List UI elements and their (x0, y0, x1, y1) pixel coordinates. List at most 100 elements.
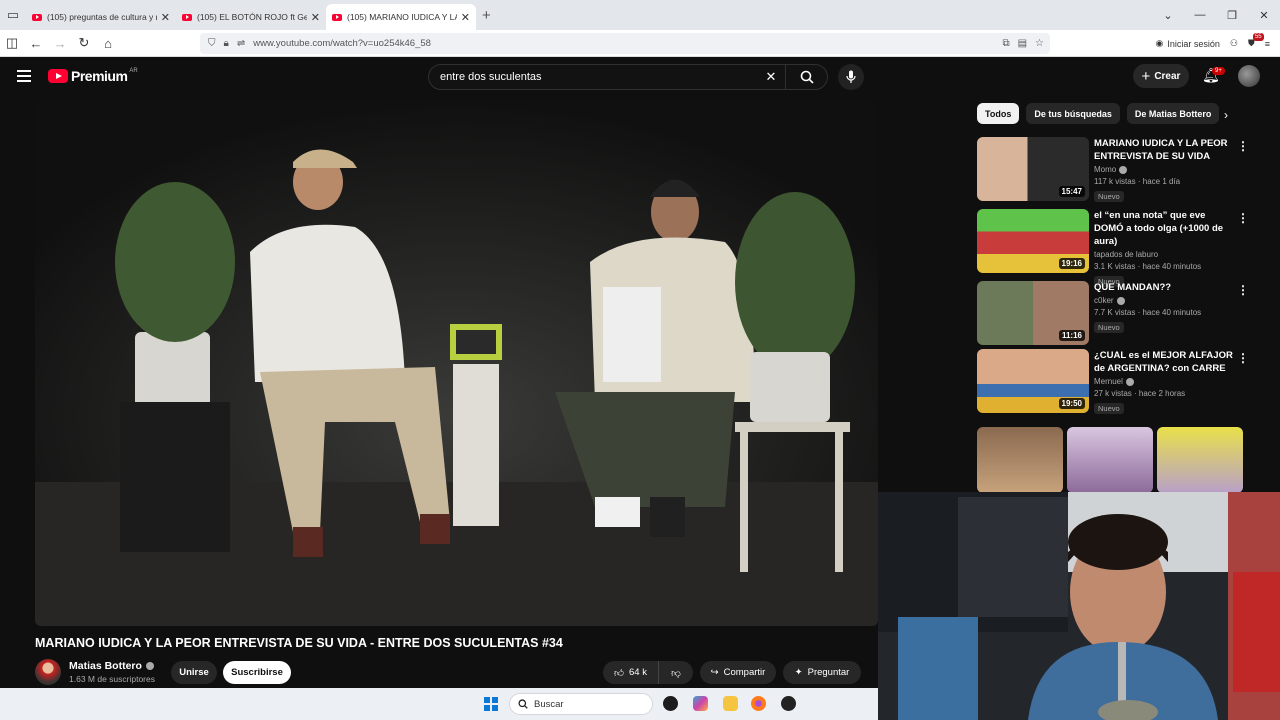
recommendation-item[interactable]: 11:16 QUE MANDAN?? c0ker 7.7 K vistas · … (977, 281, 1249, 347)
recommendation-title[interactable]: QUE MANDAN?? (1094, 281, 1234, 294)
ask-label: Preguntar (807, 667, 850, 678)
chip-from-channel[interactable]: De Matias Bottero (1126, 103, 1220, 124)
video-player[interactable] (35, 102, 878, 626)
obs-icon[interactable] (781, 696, 796, 711)
create-button[interactable]: + Crear (1133, 64, 1189, 88)
search-button[interactable] (785, 65, 827, 89)
restore-icon[interactable]: ❐ (1216, 9, 1248, 22)
video-thumbnail[interactable]: 15:47 (977, 137, 1089, 201)
video-thumbnail[interactable]: 11:16 (977, 281, 1089, 345)
clear-search-icon[interactable]: ✕ (757, 69, 785, 85)
channel-name[interactable]: Matias Bottero (69, 660, 142, 672)
browser-tab[interactable]: (105) preguntas de cultura y más ✕ (26, 4, 176, 30)
share-button[interactable]: ↪ Compartir (700, 661, 776, 684)
dislike-button[interactable]: 👎︎ (659, 667, 693, 679)
permissions-icon[interactable]: ⇌ (237, 38, 245, 49)
back-icon[interactable]: ← (24, 36, 48, 51)
new-tab-icon[interactable]: + (482, 7, 491, 24)
video-thumbnail[interactable]: 19:16 (977, 209, 1089, 273)
more-options-icon[interactable]: ⋮ (1237, 351, 1249, 365)
recommendation-title[interactable]: MARIANO IUDICA Y LA PEOR ENTREVISTA DE S… (1094, 137, 1234, 163)
recommendation-channel[interactable]: tapados de laburo (1094, 250, 1158, 259)
extension-badge: 55 (1252, 33, 1264, 41)
extensions-icon[interactable]: ⚇ (1230, 38, 1238, 49)
filter-chips: Todos De tus búsquedas De Matias Bottero (977, 103, 1220, 124)
youtube-logo[interactable]: Premium AR (48, 68, 138, 84)
hamburger-menu-icon[interactable] (17, 70, 31, 82)
minimize-icon[interactable]: — (1184, 9, 1216, 21)
recommendation-item[interactable]: 19:16 el “en una nota” que eve DOMÓ a to… (977, 209, 1249, 287)
bookmark-star-icon[interactable]: ☆ (1035, 38, 1044, 49)
close-tab-icon[interactable]: ✕ (461, 11, 470, 24)
recommendation-channel[interactable]: Momo (1094, 165, 1116, 174)
recommendation-channel[interactable]: c0ker (1094, 296, 1114, 305)
search-input[interactable]: entre dos suculentas (429, 71, 757, 83)
url-text[interactable]: www.youtube.com/watch?v=uo254k46_58 (253, 38, 431, 49)
taskbar-search-placeholder: Buscar (534, 698, 564, 710)
app-g-icon[interactable] (663, 696, 678, 711)
copilot-icon[interactable] (693, 696, 708, 711)
join-button[interactable]: Unirse (171, 661, 217, 684)
chip-from-searches[interactable]: De tus búsquedas (1026, 103, 1120, 124)
reader-view-icon[interactable]: ▤ (1018, 38, 1027, 49)
video-frame (35, 102, 878, 626)
reload-icon[interactable]: ↻ (72, 35, 96, 51)
subscriber-count: 1.63 M de suscriptores (69, 674, 155, 684)
app-menu-icon[interactable]: ≡ (1265, 39, 1270, 49)
ask-button[interactable]: ✦ Preguntar (783, 661, 861, 684)
recommendation-item[interactable]: 19:50 ¿CUAL es el MEJOR ALFAJOR de ARGEN… (977, 349, 1249, 415)
ublock-icon[interactable]: ⛊ 55 (1248, 33, 1264, 49)
search-icon (800, 70, 814, 84)
verified-icon (1116, 296, 1125, 305)
file-explorer-icon[interactable] (723, 696, 738, 711)
recommendation-item[interactable]: 15:47 MARIANO IUDICA Y LA PEOR ENTREVIST… (977, 137, 1249, 203)
more-options-icon[interactable]: ⋮ (1237, 283, 1249, 297)
avatar[interactable] (1238, 65, 1260, 87)
search-box[interactable]: entre dos suculentas ✕ (428, 64, 828, 90)
shorts-thumbnail[interactable] (1157, 427, 1243, 493)
more-options-icon[interactable]: ⋮ (1237, 139, 1249, 153)
browser-tab-active[interactable]: (105) MARIANO IUDICA Y LA PEOR ✕ (326, 4, 476, 30)
channel-avatar[interactable] (35, 659, 61, 685)
verified-icon (1125, 377, 1134, 386)
windows-start-icon[interactable] (484, 697, 498, 711)
login-label: Iniciar sesión (1167, 38, 1220, 49)
picture-in-picture-icon[interactable]: ⧉ (1002, 38, 1009, 49)
forward-icon[interactable]: → (48, 36, 72, 51)
chevron-right-icon[interactable]: › (1224, 108, 1228, 122)
close-window-icon[interactable]: ✕ (1248, 9, 1280, 22)
shorts-thumbnail[interactable] (977, 427, 1063, 493)
recommendation-title[interactable]: el “en una nota” que eve DOMÓ a todo olg… (1094, 209, 1234, 248)
new-badge: Nuevo (1094, 403, 1124, 414)
tab-overflow-icon[interactable]: ⌄ (1152, 9, 1184, 22)
login-button[interactable]: ◉ Iniciar sesión (1156, 38, 1220, 49)
recommendation-meta: 117 k vistas · hace 1 día (1094, 177, 1181, 186)
recommendation-channel[interactable]: Mernuel (1094, 377, 1123, 386)
taskbar-search[interactable]: Buscar (509, 693, 653, 715)
firefox-icon[interactable] (751, 696, 766, 711)
webcam-feed (878, 492, 1280, 720)
home-icon[interactable]: ⌂ (96, 36, 120, 51)
browser-toolbar: ◫ ← → ↻ ⌂ ⛉ 🔒︎ ⇌ www.youtube.com/watch?v… (0, 30, 1280, 57)
browser-tab[interactable]: (105) EL BOTÓN ROJO ft Gero Arias ✕ (176, 4, 326, 30)
video-thumbnail[interactable]: 19:50 (977, 349, 1089, 413)
close-tab-icon[interactable]: ✕ (311, 11, 320, 24)
tab-list-icon[interactable]: ▭ (0, 0, 26, 30)
shorts-thumbnail[interactable] (1067, 427, 1153, 493)
recommendation-channel-row: tapados de laburo (1094, 250, 1234, 259)
lock-icon[interactable]: 🔒︎ (224, 38, 229, 49)
duration-badge: 19:16 (1058, 258, 1085, 269)
sidebar-toggle-icon[interactable]: ◫ (0, 35, 24, 51)
voice-search-button[interactable] (838, 64, 864, 90)
browser-tab-bar: ▭ (105) preguntas de cultura y más ✕ (10… (0, 0, 1280, 30)
like-button[interactable]: 👍︎ 64 k (603, 661, 659, 684)
taskbar: Buscar (0, 688, 878, 720)
close-tab-icon[interactable]: ✕ (161, 11, 170, 24)
notification-badge: 9+ (1212, 67, 1225, 75)
more-options-icon[interactable]: ⋮ (1237, 211, 1249, 225)
url-bar[interactable]: ⛉ 🔒︎ ⇌ www.youtube.com/watch?v=uo254k46_… (200, 33, 1050, 54)
recommendation-title[interactable]: ¿CUAL es el MEJOR ALFAJOR de ARGENTINA? … (1094, 349, 1234, 375)
shield-icon[interactable]: ⛉ (208, 38, 216, 49)
chip-all[interactable]: Todos (977, 103, 1020, 124)
subscribe-button[interactable]: Suscribirse (223, 661, 291, 684)
